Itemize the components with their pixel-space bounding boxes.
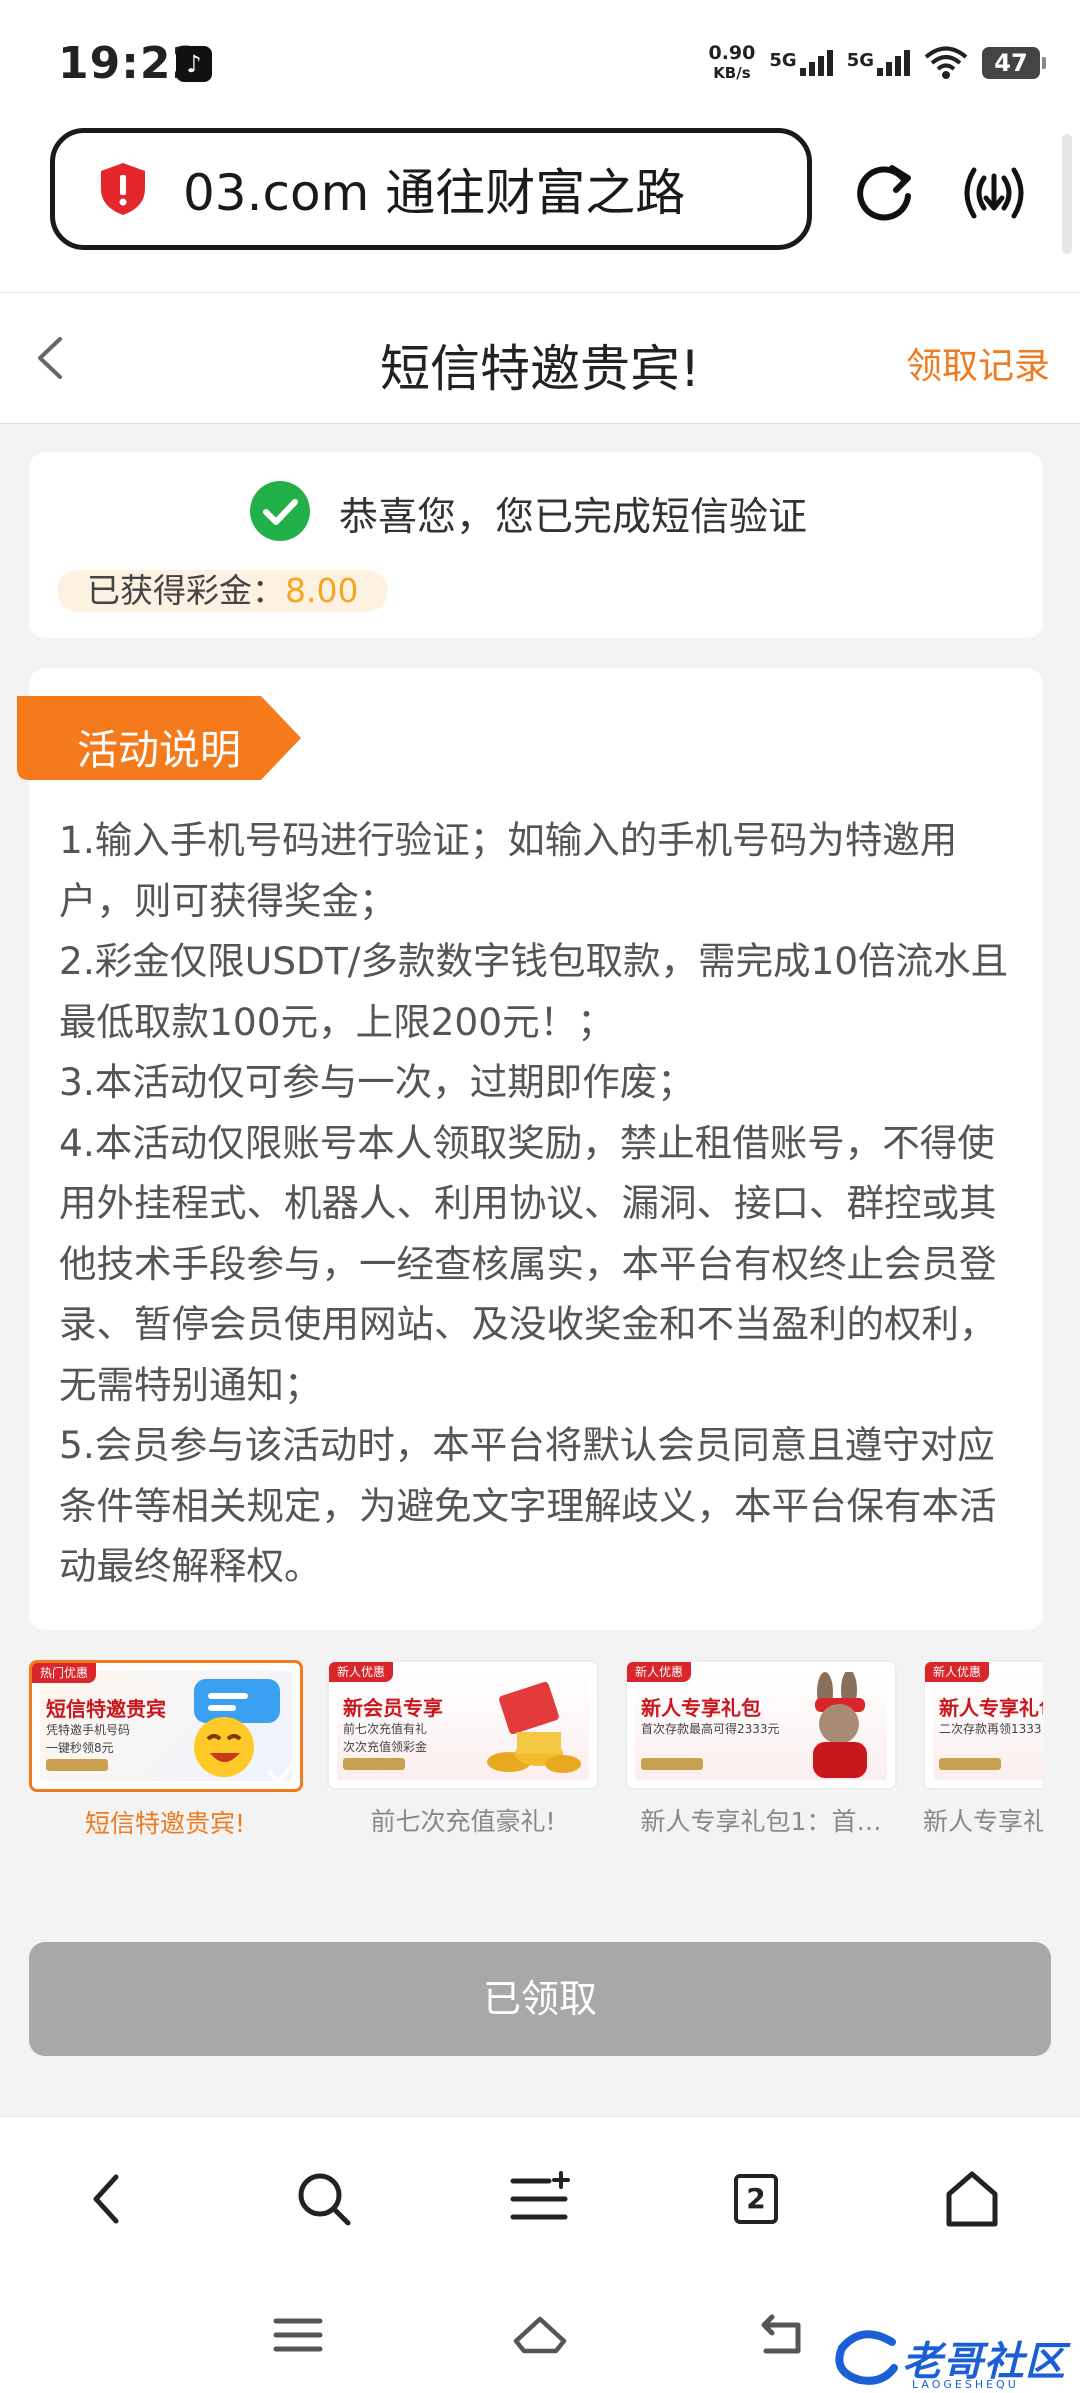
nav-menu-button[interactable] [500, 2159, 580, 2239]
reload-icon[interactable] [852, 160, 918, 226]
brand-logo [641, 1758, 703, 1770]
watermark-logo: 老哥社区 LAOGESHEQU [832, 2328, 1066, 2391]
promo-carousel[interactable]: 热门优惠 短信特邀贵宾 凭特邀手机号码 一键秒领8元 短信特邀贵宾! 新人优惠 … [29, 1656, 1043, 1846]
system-menu-icon[interactable] [268, 2305, 328, 2365]
rule-item: 4.本活动仅限账号本人领取奖励，禁止租借账号，不得使用外挂程式、机器人、利用协议… [59, 1120, 997, 1407]
wifi-icon [924, 46, 968, 79]
rabbit-mascot-art [813, 1672, 867, 1778]
brand-logo [343, 1758, 405, 1770]
promo-card-new-member[interactable]: 新人优惠 新会员专享 前七次充值有礼 次次充值领彩金 前七次充值豪礼! [327, 1660, 599, 1838]
promo-thumbnail[interactable]: 热门优惠 短信特邀贵宾 凭特邀手机号码 一键秒领8元 [29, 1660, 303, 1792]
promo-card-new-user-pack-2[interactable]: 新人优惠 新人专享礼包 二次存款再领1333 新人专享礼 [923, 1660, 1043, 1838]
url-bar[interactable]: 03.com 通往财富之路 [50, 128, 812, 250]
promo-caption[interactable]: 短信特邀贵宾! [29, 1804, 301, 1840]
bonus-value: 8.00 [285, 571, 359, 610]
status-indicators: 0.90 KB/s 5G 5G 47 [708, 38, 1046, 88]
promo-caption[interactable]: 新人专享礼 [923, 1802, 1043, 1838]
bonus-label: 已获得彩金： [87, 571, 285, 610]
promo-card-new-user-pack-1[interactable]: 新人优惠 新人专享礼包 首次存款最高可得2333元 新人专享礼包1：首… [625, 1660, 897, 1838]
claimed-button[interactable]: 已领取 [29, 1942, 1051, 2056]
brand-logo [46, 1759, 108, 1771]
activity-description-card: 活动说明 1.输入手机号码进行验证；如输入的手机号码为特邀用户，则可获得奖金； … [17, 668, 1043, 1630]
status-bar: 19:22 ♪ 0.90 KB/s 5G 5G 47 [0, 0, 1080, 120]
browser-toolbar: 03.com 通往财富之路 [0, 120, 1080, 292]
promo-thumbnail[interactable]: 新人优惠 新人专享礼包 二次存款再领1333 [923, 1660, 1043, 1790]
nav-home-button[interactable] [932, 2159, 1012, 2239]
rule-item: 5.会员参与该活动时，本平台将默认会员同意且遵守对应条件等相关规定，为避免文字理… [59, 1423, 997, 1588]
rule-item: 2.彩金仅限USDT/多款数字钱包取款，需完成10倍流水且最低取款100元，上限… [59, 939, 1009, 1044]
activity-rules: 1.输入手机号码进行验证；如输入的手机号码为特邀用户，则可获得奖金； 2.彩金仅… [59, 810, 1029, 1597]
battery-icon: 47 [982, 47, 1046, 79]
menu-sparkle-icon [510, 2171, 570, 2220]
promo-thumbnail[interactable]: 新人优惠 新人专享礼包 首次存款最高可得2333元 [625, 1660, 897, 1790]
sim2-signal-icon: 5G [847, 50, 910, 76]
nav-search-button[interactable] [284, 2159, 364, 2239]
rule-item: 3.本活动仅可参与一次，过期即作废； [59, 1060, 695, 1104]
sim1-signal-icon: 5G [769, 50, 833, 76]
gift-coins-art [487, 1682, 581, 1773]
verification-message: 恭喜您，您已完成短信验证 [339, 495, 808, 540]
broadcast-icon[interactable] [958, 158, 1030, 228]
system-back-icon[interactable] [752, 2305, 812, 2365]
promo-thumbnail[interactable]: 新人优惠 新会员专享 前七次充值有礼 次次充值领彩金 [327, 1660, 599, 1790]
tiktok-notification-icon: ♪ [176, 46, 212, 82]
claim-records-link[interactable]: 领取记录 [906, 337, 1050, 389]
watermark-swirl-icon [835, 2330, 898, 2385]
nav-tabs-button[interactable]: 2 [716, 2159, 796, 2239]
page-header: 短信特邀贵宾! 领取记录 [0, 292, 1080, 424]
network-speed: 0.90 KB/s [708, 42, 756, 82]
nav-back-button[interactable] [66, 2159, 146, 2239]
red-shield-icon[interactable] [97, 161, 149, 217]
back-icon [93, 2174, 119, 2224]
verification-card: 恭喜您，您已完成短信验证 已获得彩金：8.00 [29, 452, 1043, 638]
selected-check-icon [268, 1763, 295, 1784]
promo-card-sms-vip[interactable]: 热门优惠 短信特邀贵宾 凭特邀手机号码 一键秒领8元 短信特邀贵宾! [29, 1660, 303, 1840]
url-text[interactable]: 03.com 通往财富之路 [183, 153, 685, 225]
search-icon [298, 2173, 351, 2226]
green-check-icon [250, 481, 310, 541]
promo-caption[interactable]: 新人专享礼包1：首… [625, 1802, 897, 1838]
promo-caption[interactable]: 前七次充值豪礼! [327, 1802, 599, 1838]
home-icon [946, 2171, 998, 2227]
tabs-count-icon: 2 [734, 2174, 778, 2224]
bonus-pill: 已获得彩金：8.00 [57, 570, 389, 612]
activity-tag-label: 活动说明 [77, 726, 241, 774]
scrollbar[interactable] [1062, 134, 1072, 254]
system-home-icon[interactable] [510, 2305, 570, 2365]
rule-item: 1.输入手机号码进行验证；如输入的手机号码为特邀用户，则可获得奖金； [59, 818, 958, 923]
brand-logo [939, 1758, 1001, 1770]
